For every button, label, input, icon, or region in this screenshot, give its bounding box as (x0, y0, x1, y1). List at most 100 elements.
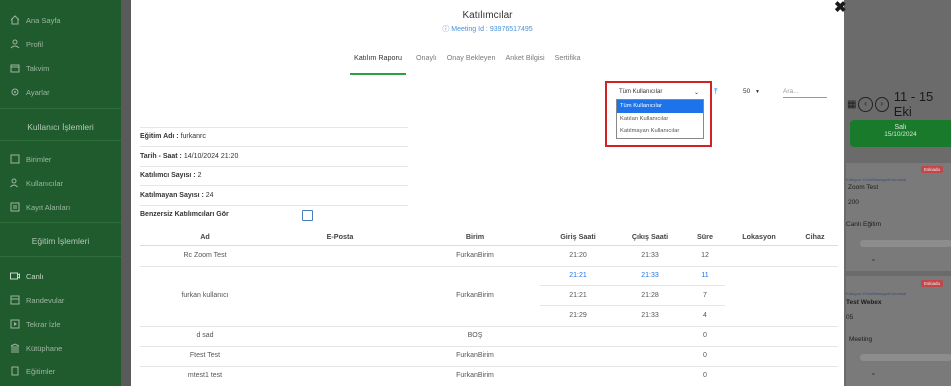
sidebar-divider (0, 256, 121, 257)
library-icon (10, 343, 20, 353)
cell-cikis: 21:33 (641, 252, 659, 259)
replay-icon (10, 319, 20, 329)
cell-sure: 11 (701, 272, 709, 279)
info-egitim: Eğitim Adı : furkanrc (140, 133, 206, 140)
chevron-down-icon: ⌄ (693, 90, 699, 96)
filter-option-not-joined[interactable]: Katılmayan Kullanıcılar (617, 125, 703, 138)
calendar-prev-icon[interactable]: ‹ (858, 96, 873, 112)
export-icon[interactable]: ⤒ (714, 87, 718, 97)
chevron-down-icon[interactable]: ⌄ (870, 254, 877, 263)
sidebar-item-ayarlar[interactable]: Ayarlar (10, 87, 50, 97)
info-icon: ⓘ (442, 26, 450, 33)
cell-cikis: 21:33 (641, 272, 659, 279)
page-size-select[interactable]: 50 ▼ (743, 88, 760, 95)
column-header-eposta[interactable]: E-Posta (310, 232, 370, 241)
live-icon (10, 271, 20, 281)
chevron-down-icon[interactable]: ⌄ (870, 368, 877, 377)
event-type: Canlı Eğitim (846, 221, 882, 228)
event-title: Test Webex (846, 299, 882, 306)
sidebar-section-egitim: Eğitim İşlemleri (31, 236, 90, 246)
event-detail: 200 (848, 199, 859, 206)
column-header-ad[interactable]: Ad (195, 232, 215, 241)
sidebar-item-label: Randevular (26, 295, 65, 305)
event-join-button[interactable] (860, 354, 951, 361)
filter-option-joined[interactable]: Katılan Kullanıcılar (617, 113, 703, 126)
sidebar-item-label: Kayıt Alanları (26, 202, 71, 212)
sidebar-item-takvim[interactable]: Takvim (10, 63, 49, 73)
calendar-grid-icon[interactable]: ▦ (847, 99, 856, 110)
units-icon (10, 154, 20, 164)
tab-onay-bekleyen[interactable]: Onay Bekleyen (447, 53, 496, 75)
column-header-cihaz[interactable]: Cihaz (800, 232, 830, 241)
column-header-birim[interactable]: Birim (455, 232, 495, 241)
cell-sure: 7 (703, 292, 707, 299)
gear-icon (10, 87, 20, 97)
event-title: Zoom Test (848, 184, 879, 191)
info-divider (140, 185, 408, 186)
cell-ad: d sad (196, 332, 214, 339)
sidebar-item-kutuphane[interactable]: Kütüphane (10, 343, 62, 353)
sidebar-item-profil[interactable]: Profil (10, 39, 43, 49)
calendar-range: 11 - 15 Eki (893, 89, 934, 119)
cell-birim: FurkanBirim (456, 292, 494, 299)
calendar-event-card[interactable]: Eskiadu Kategori: EventManagerKurumsal Z… (846, 163, 951, 271)
event-type: Meeting (849, 336, 873, 343)
sidebar-item-label: Birimler (26, 154, 52, 164)
sidebar-item-label: Kütüphane (26, 343, 63, 353)
cell-ad: mtest1 test (187, 372, 223, 379)
column-header-cikis[interactable]: Çıkış Saati (622, 232, 678, 241)
search-input[interactable]: Ara... (783, 88, 827, 98)
filter-option-all[interactable]: Tüm Kullanıcılar (617, 100, 703, 113)
column-header-sure[interactable]: Süre (690, 232, 720, 241)
sidebar-item-label: Ayarlar (26, 87, 50, 97)
sidebar-item-egitimler[interactable]: Eğitimler (10, 366, 55, 376)
event-join-button[interactable] (860, 240, 951, 247)
sidebar-item-label: Takvim (26, 63, 50, 73)
sidebar: Ana Sayfa Profil Takvim Ayarlar Kullanıc… (0, 0, 121, 386)
sidebar-item-ana-sayfa[interactable]: Ana Sayfa (10, 15, 61, 25)
close-icon[interactable]: ✖ (834, 0, 847, 16)
tab-sertifika[interactable]: Sertifika (555, 53, 581, 75)
tab-onayli[interactable]: Onaylı (416, 53, 437, 75)
table-row-divider (140, 346, 838, 347)
sidebar-item-tekrar-izle[interactable]: Tekrar İzle (10, 319, 61, 329)
tab-katilim-raporu[interactable]: Katılım Raporu (350, 53, 406, 75)
sidebar-item-randevular[interactable]: Randevular (10, 295, 64, 305)
calendar-next-icon[interactable]: › (874, 96, 889, 112)
unique-participants-checkbox[interactable] (302, 210, 313, 221)
cell-birim: FurkanBirim (456, 372, 494, 379)
tab-anket-bilgisi[interactable]: Anket Bilgisi (505, 53, 544, 75)
info-divider (140, 205, 408, 206)
cell-giris: 21:21 (569, 272, 587, 279)
calendar-event-card[interactable]: Eskiadu Kategori: EventManagerKurumsal T… (846, 276, 951, 386)
event-category: Kategori: EventManagerKurumsal (846, 291, 907, 296)
user-filter-value: Tüm Kullanıcılar (619, 89, 663, 95)
info-katilimci-value: 2 (197, 172, 202, 179)
cell-ad: Ftest Test (189, 352, 221, 359)
cell-giris: 21:21 (569, 292, 587, 299)
calendar-day-date: 15/10/2024 (884, 131, 917, 138)
cell-ad: furkan kullanıcı (181, 292, 229, 299)
calendar-day-header[interactable]: Salı 15/10/2024 (850, 120, 951, 147)
info-divider (140, 146, 408, 147)
page-size-value: 50 (743, 88, 751, 95)
sidebar-item-kayit-alanlari[interactable]: Kayıt Alanları (10, 202, 70, 212)
info-katilmayan-value: 24 (205, 192, 214, 199)
sidebar-item-canli[interactable]: Canlı (10, 271, 44, 281)
sidebar-section-kullanici: Kullanıcı İşlemleri (27, 122, 94, 132)
info-divider (140, 127, 408, 128)
column-header-giris[interactable]: Giriş Saati (550, 232, 606, 241)
info-katilmayan: Katılmayan Sayısı : 24 (140, 192, 214, 199)
info-egitim-label: Eğitim Adı : (140, 133, 179, 140)
sidebar-item-birimler[interactable]: Birimler (10, 154, 51, 164)
user-icon (10, 39, 20, 49)
cell-birim: BOŞ (467, 332, 483, 339)
appointment-icon (10, 295, 20, 305)
sidebar-item-kullanicilar[interactable]: Kullanıcılar (10, 178, 63, 188)
info-tarih-label: Tarih - Saat : (140, 153, 182, 160)
info-egitim-value: furkanrc (180, 133, 206, 140)
cell-giris: 21:29 (569, 312, 587, 319)
info-katilmayan-label: Katılmayan Sayısı : (140, 192, 204, 199)
search-placeholder: Ara... (783, 88, 799, 95)
column-header-lokasyon[interactable]: Lokasyon (735, 232, 783, 241)
